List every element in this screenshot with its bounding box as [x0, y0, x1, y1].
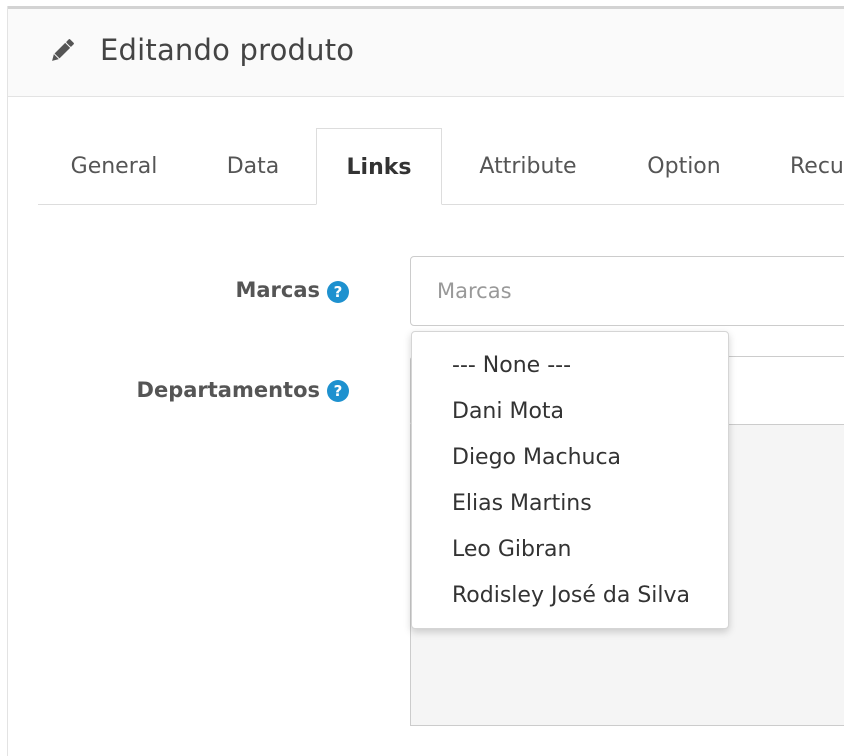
question-circle-icon: ? [327, 281, 349, 303]
marcas-input[interactable] [410, 256, 844, 326]
marcas-label: Marcas [235, 278, 320, 302]
tab-option[interactable]: Option [614, 128, 754, 205]
dropdown-item[interactable]: Leo Gibran [412, 527, 728, 573]
tab-recurring[interactable]: Recu [762, 128, 844, 205]
tab-general[interactable]: General [38, 128, 190, 205]
departamentos-label: Departamentos [136, 378, 320, 402]
dropdown-item[interactable]: Dani Mota [412, 389, 728, 435]
pencil-icon [47, 36, 77, 66]
page-title: Editando produto [100, 33, 355, 67]
panel-left-border [7, 6, 8, 756]
marcas-autocomplete-dropdown: --- None --- Dani Mota Diego Machuca Eli… [411, 331, 729, 629]
dropdown-item[interactable]: Diego Machuca [412, 435, 728, 481]
tab-attribute[interactable]: Attribute [450, 128, 606, 205]
tab-data[interactable]: Data [198, 128, 308, 205]
dropdown-item[interactable]: Rodisley José da Silva [412, 573, 728, 619]
question-circle-icon: ? [327, 380, 349, 402]
dropdown-item[interactable]: Elias Martins [412, 481, 728, 527]
dropdown-item-none[interactable]: --- None --- [412, 343, 728, 389]
tab-links[interactable]: Links [316, 128, 442, 205]
